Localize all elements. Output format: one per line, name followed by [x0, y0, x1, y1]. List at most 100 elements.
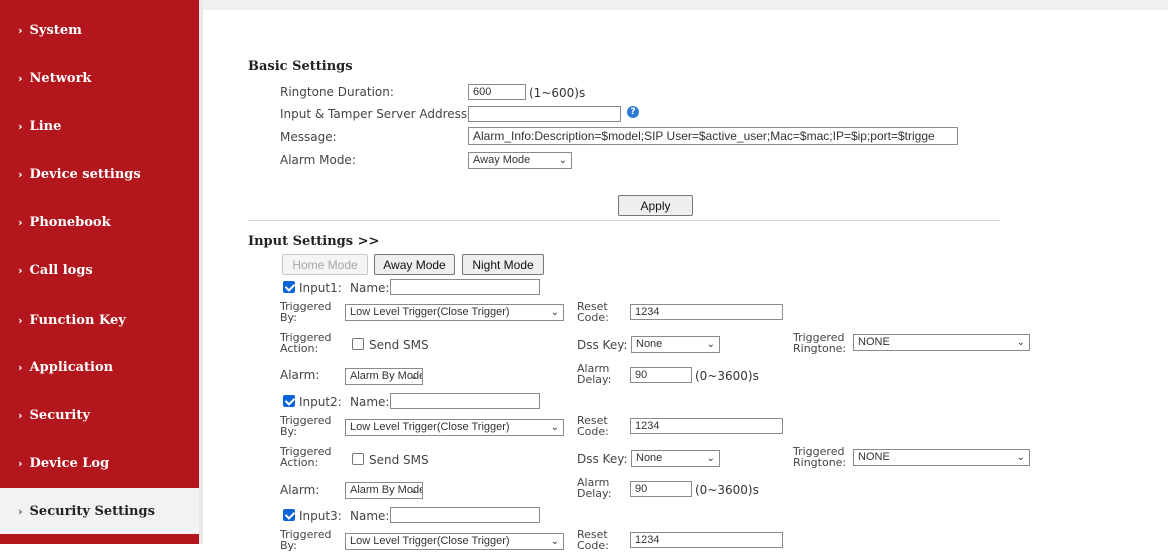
input3-reset-code-label: Reset Code: [577, 528, 609, 552]
sidebar-item-system[interactable]: › System [0, 6, 199, 54]
sidebar-item-function-key[interactable]: › Function Key [0, 296, 199, 344]
chevron-right-icon: › [18, 456, 23, 470]
input1-alarm-delay-input[interactable]: 90 [630, 367, 692, 383]
input1-send-sms-checkbox[interactable] [352, 338, 364, 350]
input3-name-input[interactable] [390, 507, 540, 523]
sidebar-item-label: System [29, 22, 82, 38]
select-value: None [636, 338, 663, 350]
chevron-right-icon: › [18, 23, 23, 37]
sidebar-item-network[interactable]: › Network [0, 54, 199, 102]
sidebar-item-device-settings[interactable]: › Device settings [0, 150, 199, 198]
input2-alarm-label: Alarm: [280, 483, 320, 497]
sidebar-item-phonebook[interactable]: › Phonebook [0, 198, 199, 246]
chevron-down-icon: ⌄ [550, 536, 559, 547]
input3-triggered-by-select[interactable]: Low Level Trigger(Close Trigger) ⌄ [345, 533, 564, 550]
input2-reset-code-input[interactable]: 1234 [630, 418, 783, 434]
select-value: Low Level Trigger(Close Trigger) [350, 535, 510, 547]
sidebar-item-line[interactable]: › Line [0, 102, 199, 150]
input1-name-input[interactable] [390, 279, 540, 295]
input2-triggered-by-label: Triggered By: [280, 414, 332, 438]
server-address-input[interactable] [468, 106, 621, 122]
select-value: NONE [858, 336, 890, 348]
sidebar-item-label: Phonebook [29, 214, 111, 230]
input3-checkbox[interactable] [283, 509, 295, 521]
input1-triggered-ringtone-select[interactable]: NONE ⌄ [853, 334, 1030, 351]
input2-send-sms-checkbox[interactable] [352, 453, 364, 465]
input1-reset-code-label: Reset Code: [577, 300, 609, 324]
chevron-right-icon: › [18, 504, 23, 518]
chevron-down-icon: ⌄ [558, 155, 567, 166]
away-mode-button[interactable]: Away Mode [374, 254, 455, 275]
input1-checkbox[interactable] [283, 281, 295, 293]
sidebar-item-label: Network [29, 70, 92, 86]
alarm-mode-select[interactable]: Away Mode ⌄ [468, 152, 572, 169]
chevron-right-icon: › [18, 119, 23, 133]
message-label: Message: [280, 130, 337, 144]
ringtone-duration-input[interactable]: 600 [468, 84, 526, 100]
chevron-right-icon: › [18, 215, 23, 229]
input2-triggered-ringtone-select[interactable]: NONE ⌄ [853, 449, 1030, 466]
input1-alarm-delay-range: (0~3600)s [695, 369, 759, 383]
chevron-down-icon: ⌄ [409, 485, 418, 496]
sidebar-item-device-log[interactable]: › Device Log [0, 439, 199, 487]
input2-alarm-select[interactable]: Alarm By Mode ⌄ [345, 482, 423, 499]
sidebar-item-security-settings[interactable]: › Security Settings [0, 488, 199, 534]
chevron-right-icon: › [18, 167, 23, 181]
input-settings-title: Input Settings >> [248, 234, 380, 249]
sidebar-item-security[interactable]: › Security [0, 391, 199, 439]
chevron-down-icon: ⌄ [1016, 337, 1025, 348]
chevron-right-icon: › [18, 263, 23, 277]
input3-label: Input3: [299, 509, 342, 523]
input1-send-sms-label: Send SMS [369, 338, 429, 352]
input2-name-input[interactable] [390, 393, 540, 409]
alarm-mode-label: Alarm Mode: [280, 153, 356, 167]
input2-triggered-ringtone-label: Triggered Ringtone: [793, 445, 847, 469]
select-value: NONE [858, 451, 890, 463]
input3-reset-code-input[interactable]: 1234 [630, 532, 783, 548]
apply-button[interactable]: Apply [618, 195, 693, 216]
chevron-down-icon: ⌄ [550, 422, 559, 433]
input2-send-sms-label: Send SMS [369, 453, 429, 467]
input3-name-label: Name: [350, 509, 390, 523]
home-mode-button[interactable]: Home Mode [282, 254, 368, 275]
sidebar-item-application[interactable]: › Application [0, 343, 199, 391]
input1-dss-key-select[interactable]: None ⌄ [631, 336, 720, 353]
top-strip [203, 0, 1168, 10]
sidebar: › System › Network › Line › Device settings … [0, 0, 199, 544]
sidebar-item-label: Line [29, 118, 62, 134]
input2-alarm-delay-input[interactable]: 90 [630, 481, 692, 497]
chevron-down-icon: ⌄ [550, 307, 559, 318]
input1-dss-key-label: Dss Key: [577, 338, 628, 352]
input2-dss-key-select[interactable]: None ⌄ [631, 450, 720, 467]
ringtone-duration-label: Ringtone Duration: [280, 85, 394, 99]
input2-triggered-by-select[interactable]: Low Level Trigger(Close Trigger) ⌄ [345, 419, 564, 436]
input1-alarm-select[interactable]: Alarm By Mode ⌄ [345, 368, 423, 385]
sidebar-item-label: Device settings [29, 166, 141, 182]
ringtone-duration-range: (1~600)s [529, 86, 586, 100]
main-content: Basic Settings Ringtone Duration: 600 (1… [203, 0, 1168, 551]
input2-checkbox[interactable] [283, 395, 295, 407]
sidebar-item-label: Security [29, 407, 90, 423]
input1-reset-code-input[interactable]: 1234 [630, 304, 783, 320]
input2-name-label: Name: [350, 395, 390, 409]
sidebar-item-label: Application [29, 359, 114, 375]
input1-triggered-by-select[interactable]: Low Level Trigger(Close Trigger) ⌄ [345, 304, 564, 321]
sidebar-item-call-logs[interactable]: › Call logs [0, 246, 199, 294]
sidebar-item-label: Call logs [29, 262, 93, 278]
input2-reset-code-label: Reset Code: [577, 414, 609, 438]
select-value: Low Level Trigger(Close Trigger) [350, 306, 510, 318]
server-address-label: Input & Tamper Server Address: [280, 107, 472, 121]
chevron-down-icon: ⌄ [706, 339, 715, 350]
input2-triggered-action-label: Triggered Action: [280, 445, 332, 469]
input2-alarm-delay-label: Alarm Delay: [577, 476, 612, 500]
input3-triggered-by-label: Triggered By: [280, 528, 332, 552]
input1-alarm-delay-label: Alarm Delay: [577, 362, 612, 386]
help-icon[interactable]: ? [627, 106, 639, 118]
chevron-right-icon: › [18, 360, 23, 374]
chevron-right-icon: › [18, 313, 23, 327]
input1-label: Input1: [299, 281, 342, 295]
input2-label: Input2: [299, 395, 342, 409]
night-mode-button[interactable]: Night Mode [462, 254, 544, 275]
message-input[interactable]: Alarm_Info:Description=$model;SIP User=$… [468, 127, 958, 145]
input1-triggered-by-label: Triggered By: [280, 300, 332, 324]
